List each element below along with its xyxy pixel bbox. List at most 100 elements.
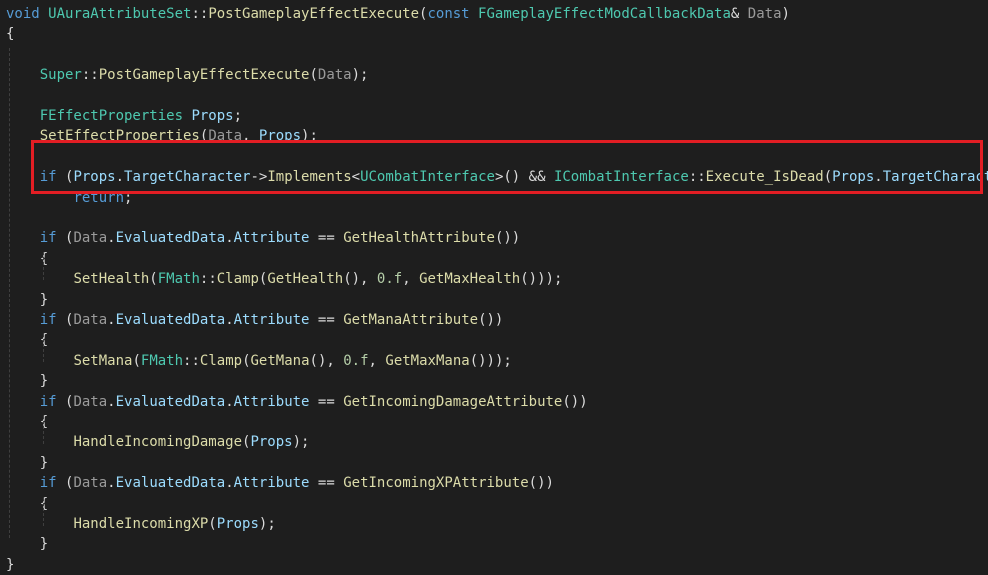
code-token: Attribute xyxy=(233,230,318,247)
code-token: if xyxy=(39,475,66,492)
code-token: GetHealthAttribute xyxy=(343,230,495,247)
code-token: EvaluatedData xyxy=(115,393,226,410)
code-line: SetHealth(FMath::Clamp(GetHealth(), 0.f,… xyxy=(6,269,562,289)
indent-guide xyxy=(43,416,44,444)
code-token: UAuraAttributeSet xyxy=(48,6,192,22)
code-line: SetMana(FMath::Clamp(GetMana(), 0.f, Get… xyxy=(6,351,511,371)
code-token: . xyxy=(225,230,234,247)
code-token: . xyxy=(107,393,116,410)
code-token: ()) xyxy=(494,230,521,247)
code-token: GetMaxMana xyxy=(385,352,470,369)
code-token: :: xyxy=(183,352,200,369)
code-token: GetManaAttribute xyxy=(343,312,479,328)
code-line: void UAuraAttributeSet::PostGameplayEffe… xyxy=(6,4,790,24)
code-token: . xyxy=(107,230,116,247)
code-token: const xyxy=(427,6,479,22)
code-token: GetIncomingXPAttribute xyxy=(343,475,529,492)
code-line: } xyxy=(6,453,48,473)
code-token: FMath xyxy=(157,271,200,288)
code-token: ( xyxy=(309,67,318,84)
code-token: } xyxy=(39,373,49,390)
code-line: Super::PostGameplayEffectExecute(Data); xyxy=(6,65,369,85)
code-token: GetHealth xyxy=(267,271,344,288)
code-token: Data xyxy=(73,393,108,410)
code-token: Props xyxy=(191,108,234,124)
code-token: ( xyxy=(242,352,251,369)
code-token: } xyxy=(39,291,49,308)
code-token: Data xyxy=(73,475,108,492)
code-token: ()) xyxy=(562,393,588,410)
code-line: } xyxy=(6,290,48,310)
code-token: Clamp xyxy=(199,352,243,369)
code-token: EvaluatedData xyxy=(115,312,226,328)
code-token: ); xyxy=(292,434,310,451)
code-line: } xyxy=(6,555,14,575)
code-token: FEffectProperties xyxy=(39,108,192,124)
code-token: ())); xyxy=(520,271,563,288)
code-token: , xyxy=(368,352,386,369)
indent-guide xyxy=(43,498,44,526)
code-token: ); xyxy=(351,67,369,84)
code-token: Clamp xyxy=(216,271,259,288)
code-token: Data xyxy=(73,230,108,247)
code-token: (), xyxy=(343,271,377,288)
code-token: ( xyxy=(149,271,158,288)
indent-guide xyxy=(9,48,10,538)
code-token: . xyxy=(225,475,234,492)
code-editor[interactable]: void UAuraAttributeSet::PostGameplayEffe… xyxy=(0,0,988,573)
code-token: 0.f xyxy=(376,271,403,288)
code-line: if (Data.EvaluatedData.Attribute == GetI… xyxy=(6,392,588,412)
code-token: ); xyxy=(258,516,276,532)
code-token: :: xyxy=(199,271,217,288)
code-line: { xyxy=(6,330,48,350)
code-token: , xyxy=(402,271,420,288)
code-token: == xyxy=(317,312,344,328)
highlight-box xyxy=(31,140,983,194)
code-token: == xyxy=(317,230,344,247)
code-token: ()) xyxy=(478,312,504,328)
code-token: ()) xyxy=(528,475,554,492)
code-token: SetHealth xyxy=(73,271,150,288)
code-token: ( xyxy=(132,352,141,369)
code-token: (), xyxy=(309,352,344,369)
code-token: SetMana xyxy=(73,352,133,369)
code-token: } xyxy=(6,556,15,573)
code-token: PostGameplayEffectExecute xyxy=(98,67,310,84)
code-token: GetMana xyxy=(250,352,310,369)
code-token: GetMaxHealth xyxy=(419,271,521,288)
code-line: if (Data.EvaluatedData.Attribute == GetM… xyxy=(6,310,504,330)
code-token: Data xyxy=(73,312,108,328)
code-token: ; xyxy=(233,108,243,124)
code-token: Props xyxy=(250,434,293,451)
code-token: Attribute xyxy=(233,312,318,328)
code-token: if xyxy=(39,393,66,410)
code-token: HandleIncomingXP xyxy=(73,516,209,532)
code-line: HandleIncomingXP(Props); xyxy=(6,514,276,534)
code-token: :: xyxy=(81,67,99,84)
code-token: Props xyxy=(216,516,259,532)
code-line: { xyxy=(6,24,14,44)
code-token: Super xyxy=(39,67,82,84)
code-token: GetIncomingDamageAttribute xyxy=(343,393,563,410)
code-line: HandleIncomingDamage(Props); xyxy=(6,432,309,452)
code-token: . xyxy=(107,312,116,328)
code-token: == xyxy=(317,475,344,492)
code-token: . xyxy=(225,312,234,328)
code-token: & xyxy=(730,6,748,22)
code-token: Attribute xyxy=(233,475,318,492)
code-token: if xyxy=(39,312,66,328)
